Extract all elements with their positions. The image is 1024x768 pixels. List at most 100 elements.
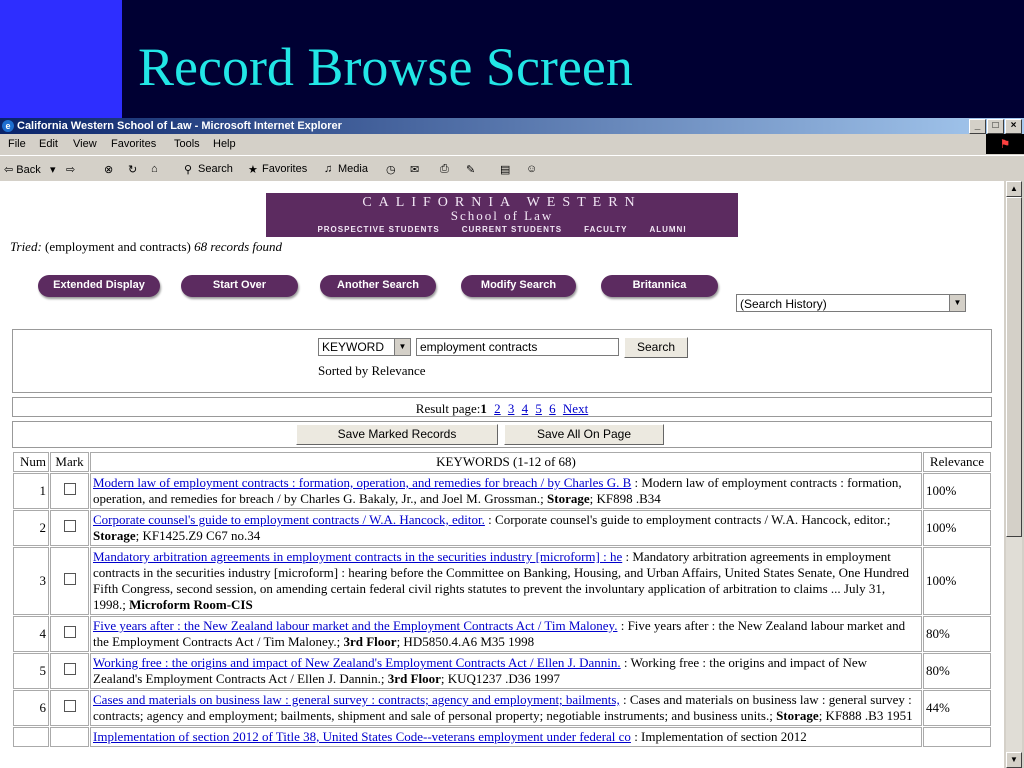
record-link[interactable]: Corporate counsel's guide to employment …	[93, 512, 485, 527]
school-banner[interactable]: CALIFORNIA WESTERN School of Law PROSPEC…	[266, 193, 738, 237]
messenger-icon[interactable]: ☺	[526, 163, 537, 175]
next-page-link[interactable]: Next	[563, 401, 588, 416]
another-search-button[interactable]: Another Search	[320, 275, 436, 297]
refresh-icon[interactable]: ↻	[128, 163, 137, 176]
save-all-on-page-button[interactable]: Save All On Page	[504, 424, 664, 445]
menu-tools[interactable]: Tools	[174, 138, 200, 150]
search-type-value: KEYWORD	[322, 340, 385, 354]
vertical-scrollbar[interactable]: ▲ ▼	[1006, 181, 1022, 768]
search-button[interactable]: Search	[624, 337, 688, 358]
search-type-select[interactable]: KEYWORD ▼	[318, 338, 411, 356]
record-link[interactable]: Implementation of section 2012 of Title …	[93, 729, 631, 744]
stop-icon[interactable]: ⊗	[104, 163, 113, 176]
discuss-icon[interactable]: ▤	[500, 163, 510, 176]
page-link-3[interactable]: 3	[508, 401, 515, 416]
record-cell: Cases and materials on business law : ge…	[90, 690, 922, 726]
nav-current-students[interactable]: CURRENT STUDENTS	[462, 225, 562, 234]
menu-favorites[interactable]: Favorites	[111, 138, 156, 150]
search-input[interactable]: employment contracts	[416, 338, 619, 356]
record-relevance: 100%	[923, 473, 991, 509]
search-summary: Tried: (employment and contracts) 68 rec…	[10, 239, 282, 255]
modify-search-button[interactable]: Modify Search	[461, 275, 576, 297]
back-dropdown-icon[interactable]: ▾	[50, 163, 56, 176]
record-call-number: ; KF888 .B3 1951	[818, 708, 913, 723]
menu-edit[interactable]: Edit	[39, 138, 58, 150]
page-link-2[interactable]: 2	[494, 401, 501, 416]
record-relevance: 100%	[923, 547, 991, 615]
history-icon[interactable]: ◷	[386, 163, 396, 176]
page-link-6[interactable]: 6	[549, 401, 556, 416]
maximize-button[interactable]: □	[987, 119, 1004, 134]
search-history-select[interactable]: (Search History) ▼	[736, 294, 966, 312]
nav-alumni[interactable]: ALUMNI	[649, 225, 686, 234]
menu-file[interactable]: File	[8, 138, 26, 150]
toolbar: ⇦ Back ▾ ⇨ ⊗ ↻ ⌂ ⚲ Search ★ Favorites ♫ …	[0, 155, 1024, 182]
scroll-thumb[interactable]	[1006, 197, 1022, 537]
scroll-up-icon[interactable]: ▲	[1006, 181, 1022, 197]
mark-checkbox[interactable]	[63, 700, 76, 712]
record-relevance	[923, 727, 991, 747]
forward-button[interactable]: ⇨	[66, 163, 75, 176]
row-num	[13, 727, 49, 747]
record-cell: Mandatory arbitration agreements in empl…	[90, 547, 922, 615]
scroll-down-icon[interactable]: ▼	[1006, 752, 1022, 768]
table-row: 5 Working free : the origins and impact …	[13, 653, 991, 689]
title-bar: e California Western School of Law - Mic…	[0, 118, 1024, 134]
extended-display-button[interactable]: Extended Display	[38, 275, 160, 297]
nav-faculty[interactable]: FACULTY	[584, 225, 627, 234]
media-toolbar-button[interactable]: Media	[338, 163, 368, 175]
row-num: 1	[13, 473, 49, 509]
menu-help[interactable]: Help	[213, 138, 236, 150]
start-over-button[interactable]: Start Over	[181, 275, 298, 297]
save-marked-records-button[interactable]: Save Marked Records	[296, 424, 498, 445]
menu-view[interactable]: View	[73, 138, 97, 150]
mark-checkbox[interactable]	[63, 663, 76, 675]
tried-label: Tried:	[10, 239, 42, 254]
media-icon: ♫	[324, 163, 333, 175]
mark-checkbox[interactable]	[63, 573, 76, 585]
favorites-icon: ★	[248, 164, 258, 176]
minimize-button[interactable]: _	[969, 119, 986, 134]
record-call-number: ; KUQ1237 .D36 1997	[440, 671, 561, 686]
column-header-keywords: KEYWORDS (1-12 of 68)	[90, 452, 922, 472]
page-link-5[interactable]: 5	[535, 401, 542, 416]
page-link-4[interactable]: 4	[522, 401, 529, 416]
nav-prospective-students[interactable]: PROSPECTIVE STUDENTS	[317, 225, 439, 234]
record-cell: Five years after : the New Zealand labou…	[90, 616, 922, 652]
sort-order: Sorted by Relevance	[318, 363, 426, 378]
record-call-number: ; KF1425.Z9 C67 no.34	[135, 528, 261, 543]
page-viewport: CALIFORNIA WESTERN School of Law PROSPEC…	[0, 181, 1004, 768]
slide-title: Record Browse Screen	[138, 37, 633, 97]
home-icon[interactable]: ⌂	[151, 163, 158, 175]
record-link[interactable]: Cases and materials on business law : ge…	[93, 692, 620, 707]
record-cell: Modern law of employment contracts : for…	[90, 473, 922, 509]
record-link[interactable]: Working free : the origins and impact of…	[93, 655, 621, 670]
record-relevance: 44%	[923, 690, 991, 726]
record-location: Microform Room-CIS	[129, 597, 253, 612]
record-link[interactable]: Five years after : the New Zealand labou…	[93, 618, 617, 633]
favorites-toolbar-button[interactable]: Favorites	[262, 163, 307, 175]
record-description: : Corporate counsel's guide to employmen…	[484, 512, 891, 527]
record-call-number: ; HD5850.4.A6 M35 1998	[396, 634, 535, 649]
tried-query: (employment and contracts)	[45, 239, 191, 254]
mark-checkbox[interactable]	[63, 626, 76, 638]
close-button[interactable]: ×	[1005, 119, 1022, 134]
mark-checkbox[interactable]	[63, 483, 76, 495]
slide-accent-bar	[0, 0, 122, 118]
record-link[interactable]: Mandatory arbitration agreements in empl…	[93, 549, 622, 564]
mail-icon[interactable]: ✉	[410, 163, 419, 176]
print-icon[interactable]: ⎙	[440, 163, 449, 176]
britannica-button[interactable]: Britannica	[601, 275, 718, 297]
chevron-down-icon[interactable]: ▼	[394, 339, 410, 355]
search-toolbar-button[interactable]: Search	[198, 163, 233, 175]
record-location: Storage	[93, 528, 136, 543]
record-cell: Implementation of section 2012 of Title …	[90, 727, 922, 747]
edit-icon[interactable]: ✎	[466, 163, 475, 176]
chevron-down-icon[interactable]: ▼	[949, 295, 965, 311]
row-num: 4	[13, 616, 49, 652]
mark-checkbox[interactable]	[63, 520, 76, 532]
menu-bar: File Edit View Favorites Tools Help	[0, 135, 1024, 153]
table-row: 6 Cases and materials on business law : …	[13, 690, 991, 726]
back-button[interactable]: ⇦ Back	[4, 163, 41, 176]
record-link[interactable]: Modern law of employment contracts : for…	[93, 475, 631, 490]
